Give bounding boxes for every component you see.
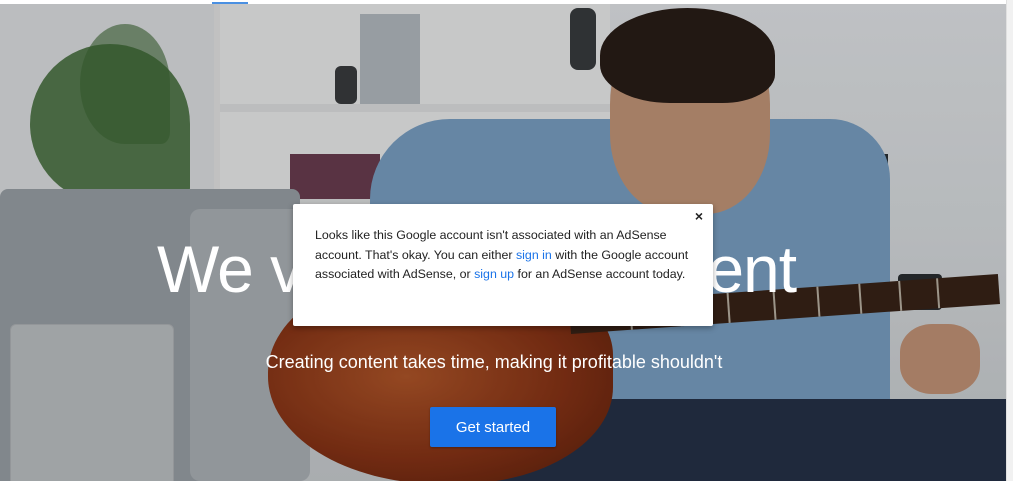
- hero-subheadline: Creating content takes time, making it p…: [265, 352, 723, 372]
- sign-up-link[interactable]: sign up: [474, 267, 514, 281]
- dialog-message: Looks like this Google account isn't ass…: [315, 226, 693, 285]
- get-started-button[interactable]: Get started: [430, 407, 556, 447]
- close-icon[interactable]: ×: [691, 208, 707, 224]
- hero-headline: We v tent: [157, 236, 797, 302]
- sign-in-link[interactable]: sign in: [516, 248, 552, 262]
- dialog-text-3: for an AdSense account today.: [514, 267, 686, 282]
- scrollbar[interactable]: [1006, 0, 1013, 481]
- account-not-associated-dialog: × Looks like this Google account isn't a…: [293, 204, 713, 326]
- hero-headline-left: We v: [157, 232, 303, 306]
